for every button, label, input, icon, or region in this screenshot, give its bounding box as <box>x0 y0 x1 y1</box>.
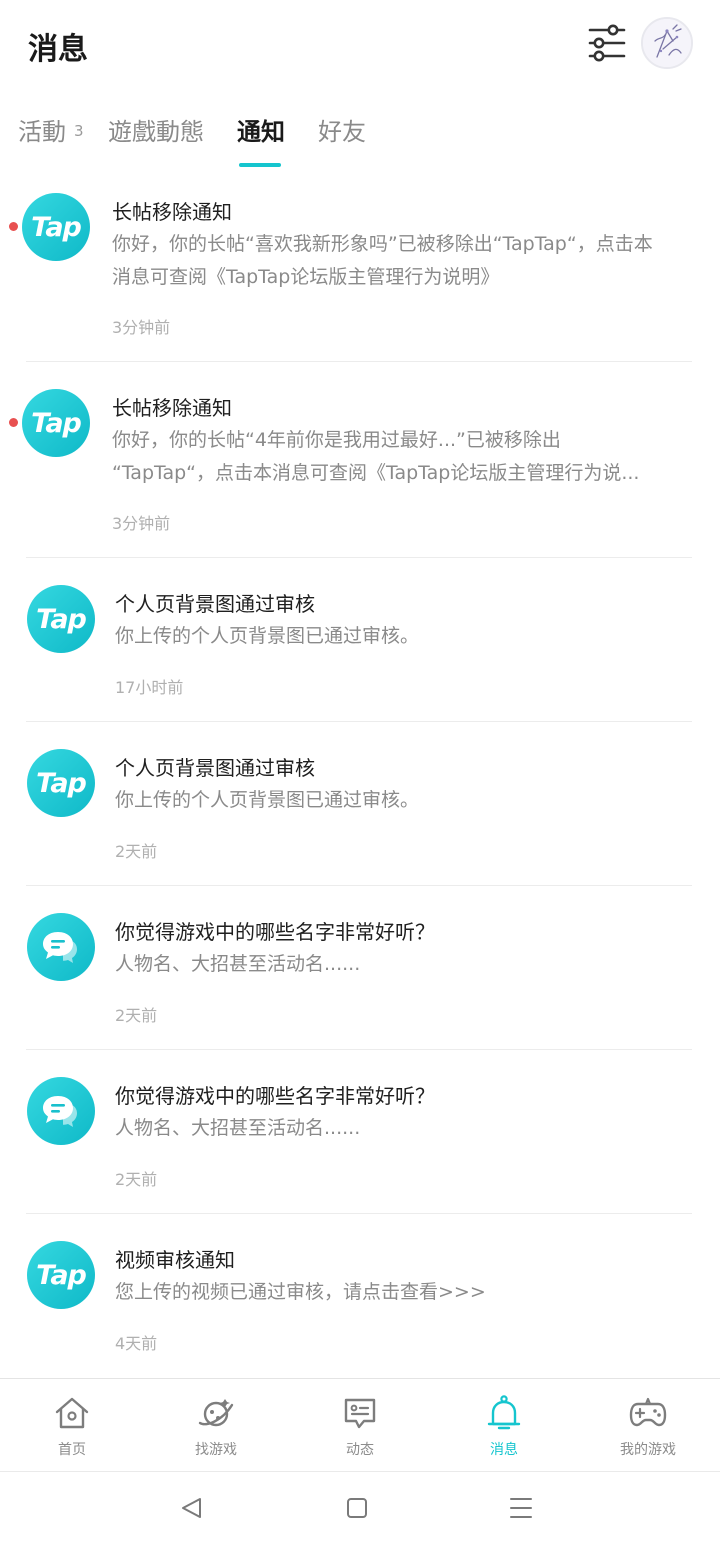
nav-label: 动态 <box>346 1442 374 1458</box>
nav-home[interactable]: 首页 <box>0 1379 144 1471</box>
body-line: 你好，你的长帖“4年前你是我用过最好...”已被移除出 <box>112 429 561 451</box>
system-navigation-bar <box>0 1471 720 1544</box>
chat-bubble-icon <box>27 913 95 981</box>
logo-text: Tap <box>31 211 82 243</box>
logo-text: Tap <box>36 767 87 799</box>
tab-label: 通知 <box>237 118 285 146</box>
notification-body: 人物名、大招甚至活动名...... <box>115 1112 697 1145</box>
tab-label: 好友 <box>318 118 366 146</box>
list-item[interactable]: 你觉得游戏中的哪些名字非常好听？ 人物名、大招甚至活动名...... 2天前 <box>0 1050 720 1214</box>
body-line: 人物名、大招甚至活动名...... <box>115 1117 361 1139</box>
home-icon <box>55 1397 89 1429</box>
sliders-icon[interactable] <box>586 22 628 64</box>
tap-logo: Tap <box>27 749 95 817</box>
app-header: 消息 <box>0 0 720 92</box>
chat-bubble-glyph <box>43 1096 77 1127</box>
chat-bubble-icon <box>27 1077 95 1145</box>
notification-title: 个人页背景图通过审核 <box>115 756 315 780</box>
body-line: 消息可查阅《TapTap论坛版主管理行为说明》 <box>112 266 500 288</box>
notification-title: 个人页背景图通过审核 <box>115 592 315 616</box>
tap-logo: Tap <box>27 1241 95 1309</box>
list-item[interactable]: Tap 长帖移除通知 你好，你的长帖“喜欢我新形象吗”已被移除出“TapTap“… <box>0 176 720 362</box>
active-tab-indicator <box>239 163 281 167</box>
body-line: 你上传的个人页背景图已通过审核。 <box>115 789 420 811</box>
gamepad-icon <box>629 1397 667 1427</box>
nav-label: 我的游戏 <box>620 1442 676 1458</box>
tap-logo: Tap <box>22 389 90 457</box>
nav-label: 首页 <box>58 1442 86 1458</box>
nav-discover[interactable]: 找游戏 <box>144 1379 288 1471</box>
tab-label: 遊戲動態 <box>108 118 204 146</box>
unread-dot <box>9 222 18 231</box>
list-item[interactable]: 你觉得游戏中的哪些名字非常好听？ 人物名、大招甚至活动名...... 2天前 <box>0 886 720 1050</box>
list-item[interactable]: Tap 视频审核通知 您上传的视频已通过审核，请点击查看>>> 4天前 <box>0 1214 720 1378</box>
tab-label: 活動 <box>18 118 66 146</box>
chat-box-icon <box>344 1398 376 1429</box>
logo-text: Tap <box>31 407 82 439</box>
tab-activity-count: 3 <box>74 122 84 140</box>
back-icon[interactable] <box>172 1488 212 1528</box>
body-line: 你好，你的长帖“喜欢我新形象吗”已被移除出“TapTap“，点击本 <box>112 233 653 255</box>
notification-body: 您上传的视频已通过审核，请点击查看>>> <box>115 1276 697 1309</box>
home-button-icon[interactable] <box>337 1488 377 1528</box>
notification-body: 你上传的个人页背景图已通过审核。 <box>115 784 697 817</box>
user-avatar[interactable] <box>641 17 693 69</box>
timestamp: 2天前 <box>115 1006 158 1025</box>
tab-notifications[interactable]: 通知 <box>237 112 285 147</box>
nav-label: 找游戏 <box>195 1442 237 1458</box>
body-line: 人物名、大招甚至活动名...... <box>115 953 361 975</box>
notification-title: 你觉得游戏中的哪些名字非常好听？ <box>115 920 435 944</box>
tap-logo: Tap <box>27 585 95 653</box>
bell-icon <box>487 1395 521 1430</box>
notification-body: 你好，你的长帖“4年前你是我用过最好...”已被移除出 “TapTap“，点击本… <box>112 424 694 490</box>
tab-game-updates[interactable]: 遊戲動態 <box>108 112 204 147</box>
unread-dot <box>9 418 18 427</box>
notification-body: 你好，你的长帖“喜欢我新形象吗”已被移除出“TapTap“，点击本 消息可查阅《… <box>112 228 694 294</box>
timestamp: 3分钟前 <box>112 318 171 337</box>
tab-friends[interactable]: 好友 <box>318 112 366 147</box>
body-line: 你上传的个人页背景图已通过审核。 <box>115 625 420 647</box>
notification-body: 你上传的个人页背景图已通过审核。 <box>115 620 697 653</box>
chat-bubble-glyph <box>43 932 77 963</box>
timestamp: 2天前 <box>115 1170 158 1189</box>
list-item[interactable]: Tap 个人页背景图通过审核 你上传的个人页背景图已通过审核。 17小时前 <box>0 558 720 722</box>
notification-title: 长帖移除通知 <box>112 200 232 224</box>
tab-activity[interactable]: 活動 <box>18 112 66 147</box>
message-tabs: 活動 3 遊戲動態 通知 好友 <box>0 104 720 168</box>
notification-body: 人物名、大招甚至活动名...... <box>115 948 697 981</box>
timestamp: 4天前 <box>115 1334 158 1353</box>
notification-title: 视频审核通知 <box>115 1248 235 1272</box>
tap-logo: Tap <box>22 193 90 261</box>
timestamp: 2天前 <box>115 842 158 861</box>
list-item[interactable]: Tap 长帖移除通知 你好，你的长帖“4年前你是我用过最好...”已被移除出 “… <box>0 362 720 558</box>
planet-icon <box>198 1399 234 1427</box>
bottom-tab-bar: 首页 找游戏 动态 消息 我的游戏 <box>0 1378 720 1470</box>
nav-my-games[interactable]: 我的游戏 <box>576 1379 720 1471</box>
body-line: “TapTap“，点击本消息可查阅《TapTap论坛版主管理行为说... <box>112 462 640 484</box>
logo-text: Tap <box>36 603 87 635</box>
nav-feed[interactable]: 动态 <box>288 1379 432 1471</box>
page-title: 消息 <box>28 32 88 67</box>
timestamp: 3分钟前 <box>112 514 171 533</box>
timestamp: 17小时前 <box>115 678 184 697</box>
nav-messages[interactable]: 消息 <box>432 1379 576 1471</box>
notification-title: 长帖移除通知 <box>112 396 232 420</box>
list-item[interactable]: Tap 个人页背景图通过审核 你上传的个人页背景图已通过审核。 2天前 <box>0 722 720 886</box>
notification-title: 你觉得游戏中的哪些名字非常好听？ <box>115 1084 435 1108</box>
body-line: 您上传的视频已通过审核，请点击查看>>> <box>115 1281 486 1303</box>
logo-text: Tap <box>36 1259 87 1291</box>
nav-label: 消息 <box>490 1442 518 1458</box>
menu-icon[interactable] <box>501 1488 541 1528</box>
